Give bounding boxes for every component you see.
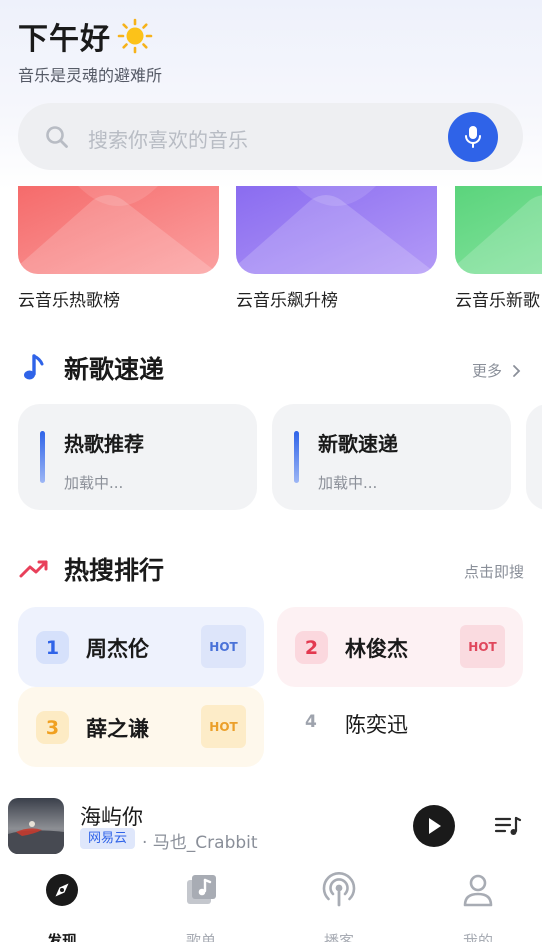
chart-label-new: 云音乐新歌 — [455, 291, 540, 311]
search-action-link[interactable]: 点击即搜 — [464, 561, 524, 582]
sun-icon — [117, 18, 153, 54]
subtitle: 音乐是灵魂的避难所 — [18, 66, 163, 85]
bottom-tab-bar: 发现 歌单 播客 我的 — [0, 862, 542, 942]
new-song-card[interactable]: 热歌推荐 加载中... — [18, 404, 257, 510]
search-icon — [46, 126, 68, 148]
hot-search-section-header: 热搜排行 点击即搜 — [18, 549, 524, 589]
more-link[interactable]: 更多 — [472, 360, 524, 381]
hot-search-item[interactable]: 1 周杰伦 HOT — [18, 607, 264, 687]
hot-badge: HOT — [460, 625, 505, 668]
tab-label: 播客 — [323, 932, 354, 942]
artist-name: · 马也_Crabbit — [142, 833, 258, 853]
user-icon — [463, 874, 493, 907]
chart-carousel[interactable]: 云音乐热歌榜 云音乐飙升榜 云音乐新歌 — [0, 186, 542, 316]
artist-name: 林俊杰 — [345, 637, 408, 661]
source-badge: 网易云 — [80, 828, 136, 849]
hot-badge: HOT — [201, 705, 246, 748]
tab-label: 发现 — [46, 932, 77, 942]
tab-mine[interactable]: 我的 — [428, 872, 528, 942]
trending-up-icon — [19, 560, 48, 578]
artist-name: 薛之谦 — [86, 717, 149, 741]
new-songs-carousel[interactable]: 热歌推荐 加载中... 新歌速递 加载中... — [0, 404, 542, 512]
tab-discover[interactable]: 发现 — [12, 872, 112, 942]
chart-card-hot[interactable] — [18, 186, 219, 274]
tab-podcast[interactable]: 播客 — [289, 872, 389, 942]
song-title: 海屿你 — [80, 805, 143, 829]
voice-search-button[interactable] — [448, 112, 498, 162]
rank-badge: 3 — [36, 711, 69, 744]
play-icon — [429, 818, 441, 834]
new-songs-section-header: 新歌速递 更多 — [18, 348, 524, 388]
search-input[interactable]: 搜索你喜欢的音乐 — [88, 124, 248, 153]
chart-label-rising: 云音乐飙升榜 — [236, 291, 338, 311]
greeting-title: 下午好 — [18, 22, 111, 57]
card-status: 加载中... — [64, 474, 124, 492]
hot-search-item[interactable]: 4 陈奕迅 — [277, 682, 523, 762]
album-cover[interactable] — [8, 798, 64, 854]
tab-label: 我的 — [462, 932, 493, 942]
chart-label-hot: 云音乐热歌榜 — [18, 291, 120, 311]
greeting: 下午好 — [18, 14, 153, 58]
tab-playlists[interactable]: 歌单 — [151, 872, 251, 942]
hot-search-title: 热搜排行 — [64, 556, 165, 585]
card-accent-bar — [294, 431, 299, 483]
podcast-icon — [322, 872, 356, 907]
compass-icon — [46, 874, 78, 906]
chart-card-new[interactable] — [455, 186, 542, 274]
card-status: 加载中... — [318, 474, 378, 492]
mini-player[interactable]: 海屿你 网易云 · 马也_Crabbit — [0, 788, 542, 860]
rank-badge: 2 — [295, 631, 328, 664]
play-button[interactable] — [413, 805, 455, 847]
music-note-icon — [24, 354, 44, 380]
hot-badge: HOT — [201, 625, 246, 668]
card-title: 热歌推荐 — [64, 432, 144, 456]
playlist-icon — [187, 875, 216, 904]
new-songs-title: 新歌速递 — [64, 355, 165, 384]
microphone-icon — [465, 126, 481, 148]
queue-icon[interactable] — [494, 814, 522, 838]
rank-number: 4 — [305, 712, 317, 732]
artist-name: 周杰伦 — [86, 637, 149, 661]
chart-card-rising[interactable] — [236, 186, 437, 274]
card-accent-bar — [40, 431, 45, 483]
search-bar[interactable]: 搜索你喜欢的音乐 — [18, 103, 523, 170]
chevron-right-icon — [513, 364, 521, 377]
card-title: 新歌速递 — [318, 432, 398, 456]
hot-search-item[interactable]: 2 林俊杰 HOT — [277, 607, 523, 687]
more-label: 更多 — [471, 362, 502, 380]
new-song-card-partial[interactable] — [526, 404, 542, 510]
tab-label: 歌单 — [185, 932, 216, 942]
new-song-card[interactable]: 新歌速递 加载中... — [272, 404, 511, 510]
rank-badge: 1 — [36, 631, 69, 664]
artist-name: 陈奕迅 — [345, 713, 408, 737]
hot-search-item[interactable]: 3 薛之谦 HOT — [18, 687, 264, 767]
